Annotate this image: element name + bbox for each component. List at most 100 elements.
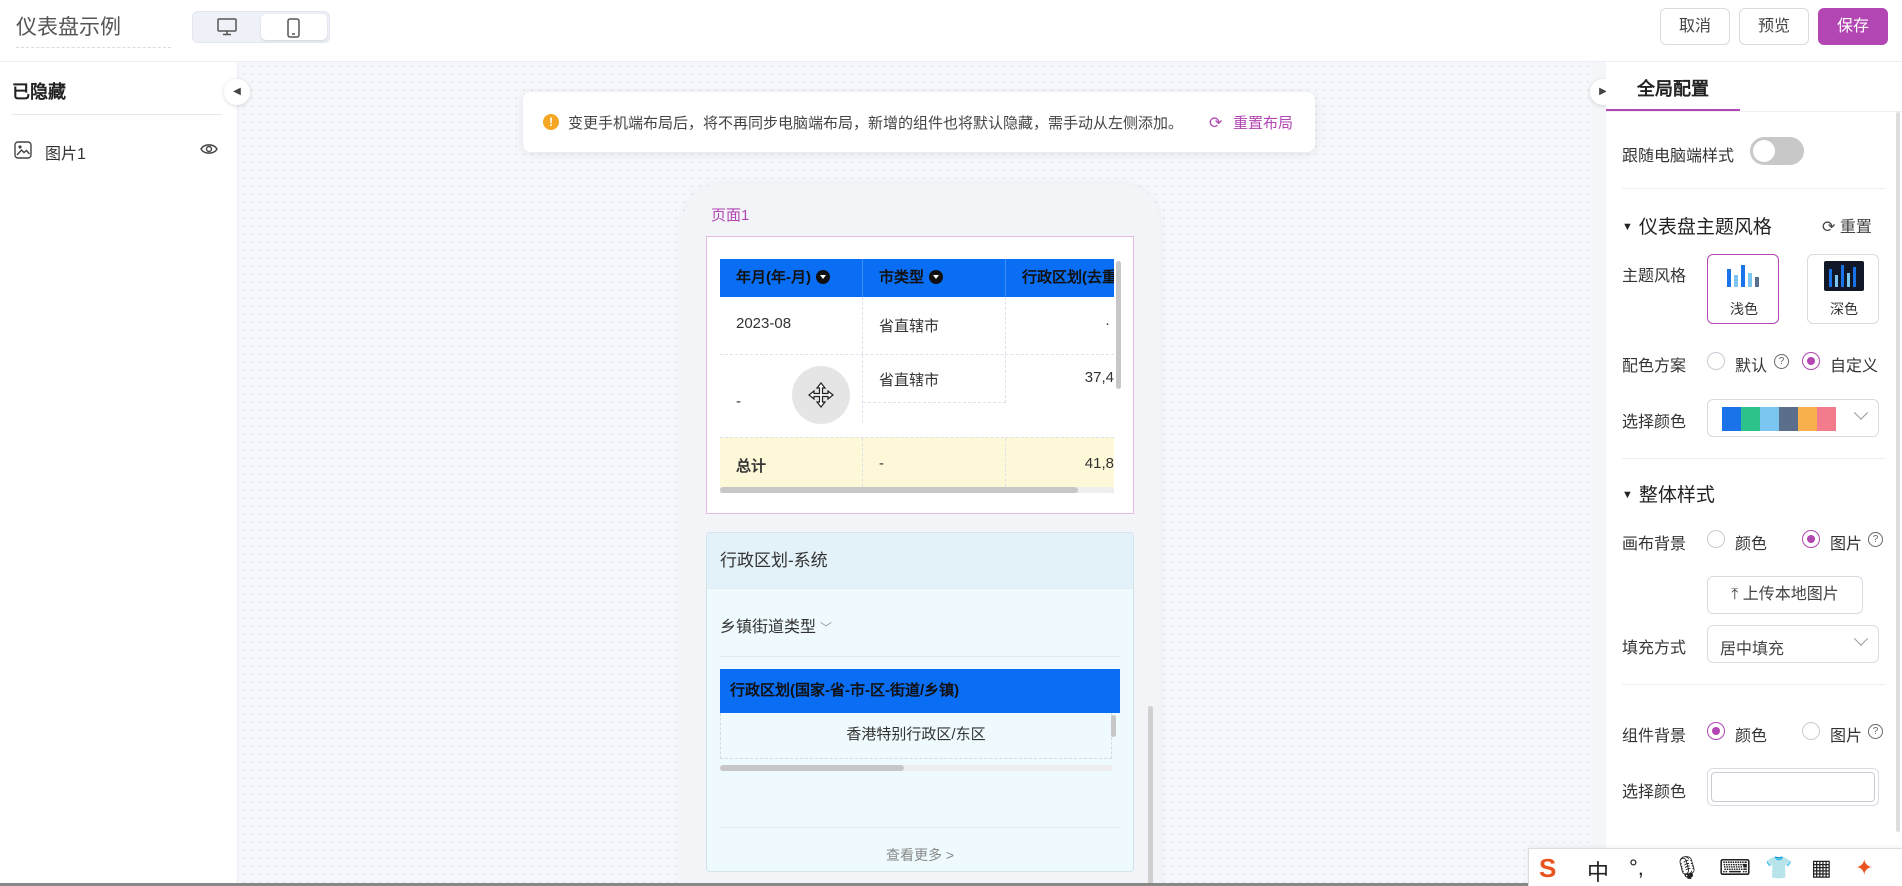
theme-style-label: 主题风格 [1622,268,1687,285]
divider [1622,458,1885,459]
canvas-bg-image-radio[interactable] [1802,530,1820,548]
ime-chinese-mode[interactable]: 中 [1587,855,1609,886]
overall-section-title[interactable]: ▼ 整体样式 [1622,480,1715,507]
table-row: 2023-08 省直辖市 · [720,297,1114,355]
image-icon [14,141,32,159]
pivot-table: 年月(年-月) 市类型 行政区划(去重 2023-08 省直辖市 · - 省直辖… [720,259,1114,493]
tab-global-config[interactable]: 全局配置 [1606,62,1740,112]
notice-message: 变更手机端布局后，将不再同步电脑端布局，新增的组件也将默认隐藏，需手动从左侧添加… [568,115,1184,132]
town-type-filter[interactable]: 乡镇街道类型 ﹀ [720,613,832,637]
reset-label: 重置 [1839,219,1872,236]
upload-image-button[interactable]: ⤒ 上传本地图片 [1707,576,1863,614]
theme-section-title[interactable]: ▼ 仪表盘主题风格 [1622,212,1772,239]
cancel-button[interactable]: 取消 [1660,8,1730,45]
grid-icon[interactable]: ▦ [1811,855,1832,881]
caret-down-icon: ▼ [1622,489,1633,501]
help-icon[interactable]: ? [1868,532,1883,547]
help-icon[interactable]: ? [1774,354,1789,369]
chevron-right-icon: > [945,847,955,863]
dropdown-icon[interactable] [816,270,830,284]
theme-dark-card[interactable]: 深色 [1807,254,1879,324]
scrollbar-thumb[interactable] [720,487,1078,493]
widget-bg-image-label: 图片 [1830,728,1863,745]
canvas-bg-color-radio[interactable] [1707,530,1725,548]
dashboard-title[interactable]: 仪表盘示例 [16,10,171,48]
table-header[interactable]: 行政区划(国家-省-市-区-街道/乡镇) [720,669,1120,713]
desktop-view-button[interactable] [195,14,261,40]
table-cell: 省直辖市 [863,355,1006,403]
table-cell: 41,8 [1084,455,1114,472]
phone-scrollbar[interactable] [1148,706,1153,886]
collapse-left-panel-button[interactable]: ◀ [224,79,250,105]
move-icon [808,382,834,408]
widget-bg-label: 组件背景 [1622,728,1687,745]
table-header: 年月(年-月) 市类型 行政区划(去重 [720,259,1114,297]
palette-default-radio[interactable] [1707,352,1725,370]
save-button[interactable]: 保存 [1818,8,1888,45]
device-switch [192,11,330,43]
refresh-icon[interactable]: ⟳ [1209,113,1222,133]
table-cell: - [863,438,1006,492]
phone-icon [287,18,300,38]
skin-icon[interactable]: ✦ [1855,855,1873,881]
scrollbar-thumb[interactable] [720,765,904,771]
keyboard-icon[interactable]: ⌨ [1719,855,1751,881]
palette-custom-radio[interactable] [1802,352,1820,370]
table-widget[interactable]: 年月(年-月) 市类型 行政区划(去重 2023-08 省直辖市 · - 省直辖… [706,236,1134,514]
choose-color-label-2: 选择颜色 [1622,784,1687,801]
column-header[interactable]: 年月(年-月) [720,259,863,297]
theme-light-card[interactable]: 浅色 [1707,254,1779,324]
widget-title: 行政区划-系统 [707,533,1133,589]
section-label: 整体样式 [1638,485,1715,506]
toggle-knob [1753,140,1775,162]
sogou-logo-icon[interactable]: S [1539,853,1556,884]
choose-color-label: 选择颜色 [1622,414,1687,431]
widget-bg-color-radio[interactable] [1707,722,1725,740]
column-header[interactable]: 市类型 [863,259,1006,297]
eye-icon[interactable] [200,142,218,156]
color-swatch [1817,407,1836,431]
column-header[interactable]: 行政区划(去重 [1006,259,1114,297]
panel-scrollbar[interactable] [1896,112,1900,832]
microphone-icon[interactable]: 🎙 [1673,855,1701,881]
chevron-down-icon [1853,631,1869,646]
layout-notice: ! 变更手机端布局后，将不再同步电脑端布局，新增的组件也将默认隐藏，需手动从左侧… [523,92,1315,152]
mobile-view-button[interactable] [261,14,327,40]
help-icon[interactable]: ? [1868,724,1883,739]
ime-punctuation[interactable]: °, [1629,855,1644,881]
refresh-icon: ⟳ [1822,219,1836,236]
top-bar: 仪表盘示例 取消 预览 保存 [0,0,1902,62]
region-widget[interactable]: 行政区划-系统 乡镇街道类型 ﹀ 行政区划(国家-省-市-区-街道/乡镇) 香港特… [706,532,1134,872]
vertical-scrollbar[interactable] [1111,715,1116,737]
fill-mode-label: 填充方式 [1622,640,1687,657]
warning-icon: ! [543,114,559,130]
color-swatch [1779,407,1798,431]
widget-bg-color-input[interactable] [1707,768,1879,806]
vertical-scrollbar[interactable] [1116,261,1121,389]
table-cell: 省直辖市 [863,297,1006,354]
color-swatch [1760,407,1779,431]
divider [1622,684,1885,685]
column-header-label: 市类型 [879,269,925,286]
global-config-panel: 全局配置 跟随电脑端样式 ▼ 仪表盘主题风格 ⟳ 重置 主题风格 浅色 深色 配色… [1606,62,1902,886]
follow-desktop-toggle[interactable] [1750,137,1804,165]
palette-select[interactable] [1707,399,1879,437]
color-swatch [1722,407,1741,431]
reset-theme-button[interactable]: ⟳ 重置 [1822,213,1872,237]
chevron-down-icon [1853,405,1869,420]
dropdown-icon[interactable] [929,270,944,284]
fill-mode-select[interactable]: 居中填充 [1707,625,1879,663]
widget-bg-image-radio[interactable] [1802,722,1820,740]
reset-layout-link[interactable]: 重置布局 [1233,112,1293,133]
hidden-item-image[interactable]: 图片1 [12,138,222,164]
filter-label: 乡镇街道类型 [720,619,817,636]
table-cell: 37,4 [1084,369,1114,386]
preview-button[interactable]: 预览 [1739,8,1809,45]
shirt-icon[interactable]: 👕 [1765,855,1792,881]
column-header-label: 行政区划(去重 [1022,269,1114,286]
hidden-components-panel: 已隐藏 图片1 [0,62,238,886]
canvas-bg-image-label: 图片 [1830,536,1863,553]
page-label[interactable]: 页面1 [711,204,749,225]
view-more-link[interactable]: 查看更多 > [707,845,1133,865]
dark-chart-icon [1824,261,1864,291]
